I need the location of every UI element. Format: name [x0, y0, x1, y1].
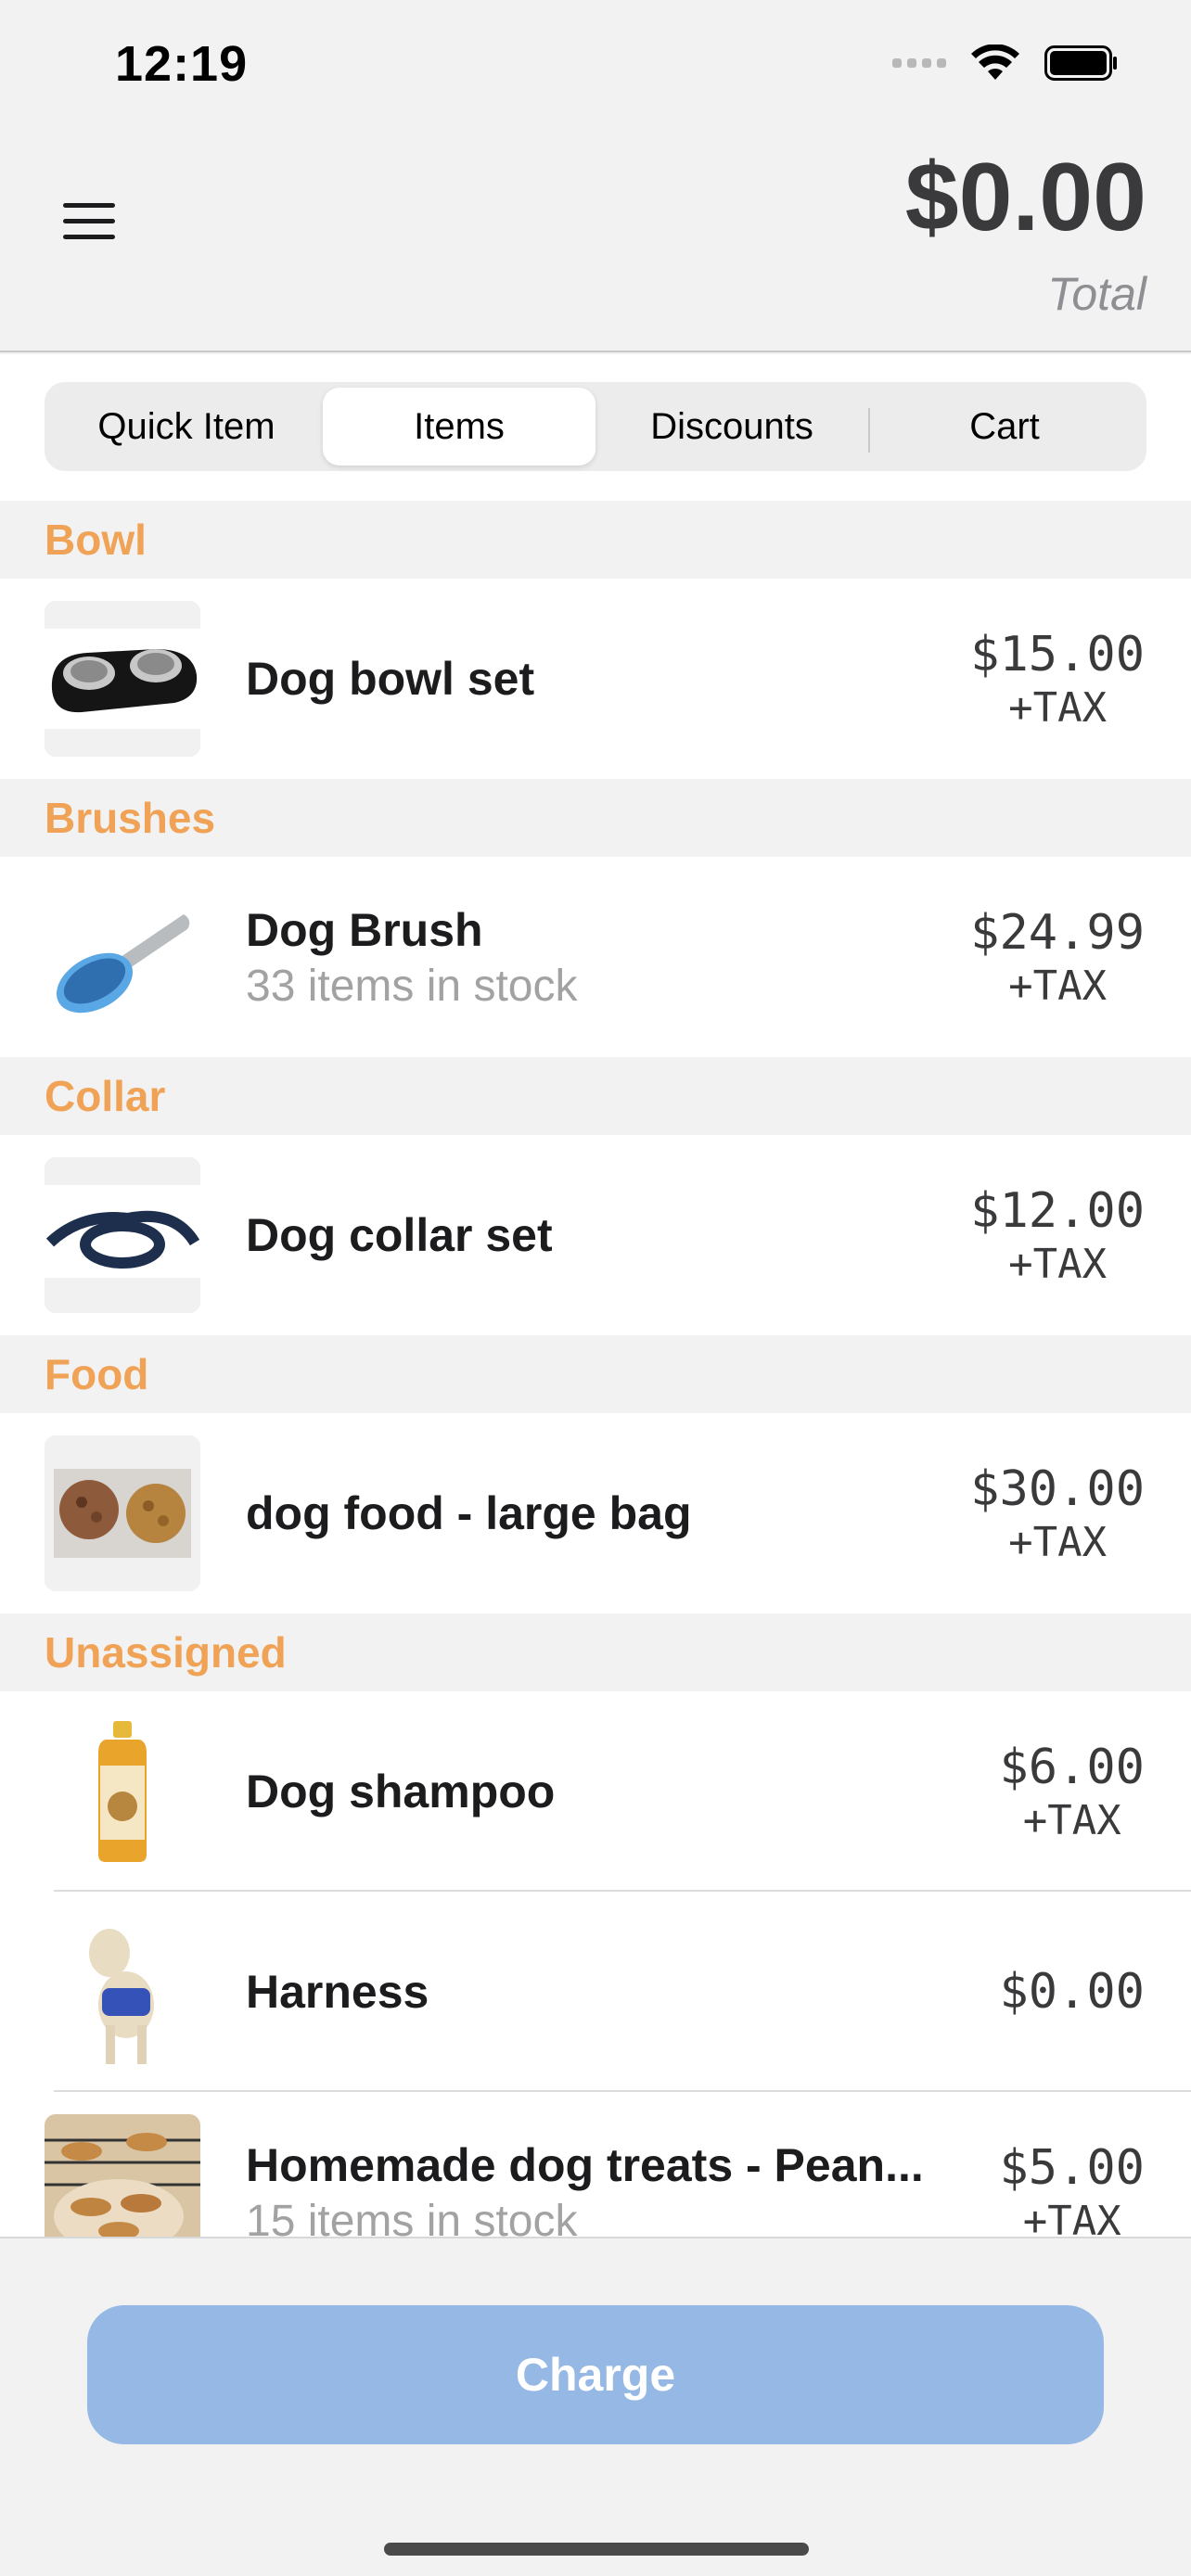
tab-quick-item[interactable]: Quick Item — [50, 388, 323, 465]
item-name: Homemade dog treats - Pean... — [246, 2138, 924, 2191]
list-item[interactable]: Dog bowl set $15.00 +TAX — [0, 579, 1191, 779]
item-name: dog food - large bag — [246, 1487, 692, 1539]
list-item[interactable]: Dog shampoo $6.00 +TAX — [0, 1691, 1191, 1892]
battery-icon — [1044, 45, 1117, 81]
harness-image — [45, 1914, 200, 2070]
dog-brush-image — [45, 879, 200, 1035]
item-price: $15.00 — [970, 626, 1145, 682]
tab-bar-container: Quick Item Items Discounts Cart — [0, 354, 1191, 501]
status-bar: 12:19 — [0, 0, 1191, 139]
item-tax-label: +TAX — [1008, 1240, 1108, 1288]
tab-cart[interactable]: Cart — [868, 388, 1141, 465]
tab-discounts[interactable]: Discounts — [596, 388, 868, 465]
item-price: $5.00 — [999, 2139, 1145, 2196]
item-name: Dog collar set — [246, 1209, 553, 1261]
hamburger-icon — [63, 202, 115, 208]
dog-collar-image — [45, 1157, 200, 1313]
wifi-icon — [971, 45, 1019, 80]
item-tax-label: +TAX — [1008, 962, 1108, 1010]
item-stock: 33 items in stock — [246, 961, 578, 1011]
menu-button[interactable] — [52, 184, 126, 258]
charge-button[interactable]: Charge — [87, 2305, 1104, 2444]
item-price: $12.00 — [970, 1182, 1145, 1239]
item-name: Harness — [246, 1966, 429, 2018]
item-price: $30.00 — [970, 1460, 1145, 1517]
section-header-bowl: Bowl — [0, 501, 1191, 579]
list-item[interactable]: Harness $0.00 — [0, 1892, 1191, 2092]
item-name: Dog shampoo — [246, 1766, 556, 1817]
total-label: Total — [1047, 268, 1146, 320]
item-tax-label: +TAX — [1008, 1518, 1108, 1566]
list-item[interactable]: Dog collar set $12.00 +TAX — [0, 1135, 1191, 1335]
tab-items[interactable]: Items — [323, 388, 596, 465]
item-tax-label: +TAX — [1022, 2197, 1121, 2238]
total-amount: $0.00 — [904, 144, 1146, 251]
list-item[interactable]: Dog Brush 33 items in stock $24.99 +TAX — [0, 857, 1191, 1057]
item-price: $6.00 — [999, 1739, 1145, 1795]
dog-food-image — [45, 1435, 200, 1591]
item-tax-label: +TAX — [1022, 1796, 1121, 1844]
dog-treats-image — [45, 2114, 200, 2237]
dog-shampoo-image — [45, 1714, 200, 1869]
status-time: 12:19 — [115, 36, 249, 92]
cellular-signal-icon — [892, 58, 946, 68]
item-list[interactable]: Bowl Dog bowl set $15.00 +TAX Brushes Do… — [0, 501, 1191, 2237]
list-item[interactable]: dog food - large bag $30.00 +TAX — [0, 1413, 1191, 1613]
section-header-collar: Collar — [0, 1057, 1191, 1135]
item-stock: 15 items in stock — [246, 2196, 578, 2238]
item-price: $24.99 — [970, 904, 1145, 961]
section-header-food: Food — [0, 1335, 1191, 1413]
section-header-unassigned: Unassigned — [0, 1613, 1191, 1691]
dog-bowl-image — [45, 601, 200, 757]
item-name: Dog bowl set — [246, 653, 535, 705]
tab-cart-label: Cart — [969, 405, 1040, 447]
status-icons — [892, 45, 1119, 82]
segmented-control: Quick Item Items Discounts Cart — [45, 382, 1146, 471]
item-price: $0.00 — [999, 1964, 1145, 2020]
list-item[interactable]: Homemade dog treats - Pean... 15 items i… — [0, 2092, 1191, 2237]
home-indicator[interactable] — [384, 2543, 809, 2556]
header: $0.00 Total — [0, 139, 1191, 352]
section-header-brushes: Brushes — [0, 779, 1191, 857]
footer: Charge — [0, 2237, 1191, 2576]
tab-divider — [868, 408, 870, 453]
item-name: Dog Brush — [246, 903, 483, 956]
item-tax-label: +TAX — [1008, 683, 1108, 732]
